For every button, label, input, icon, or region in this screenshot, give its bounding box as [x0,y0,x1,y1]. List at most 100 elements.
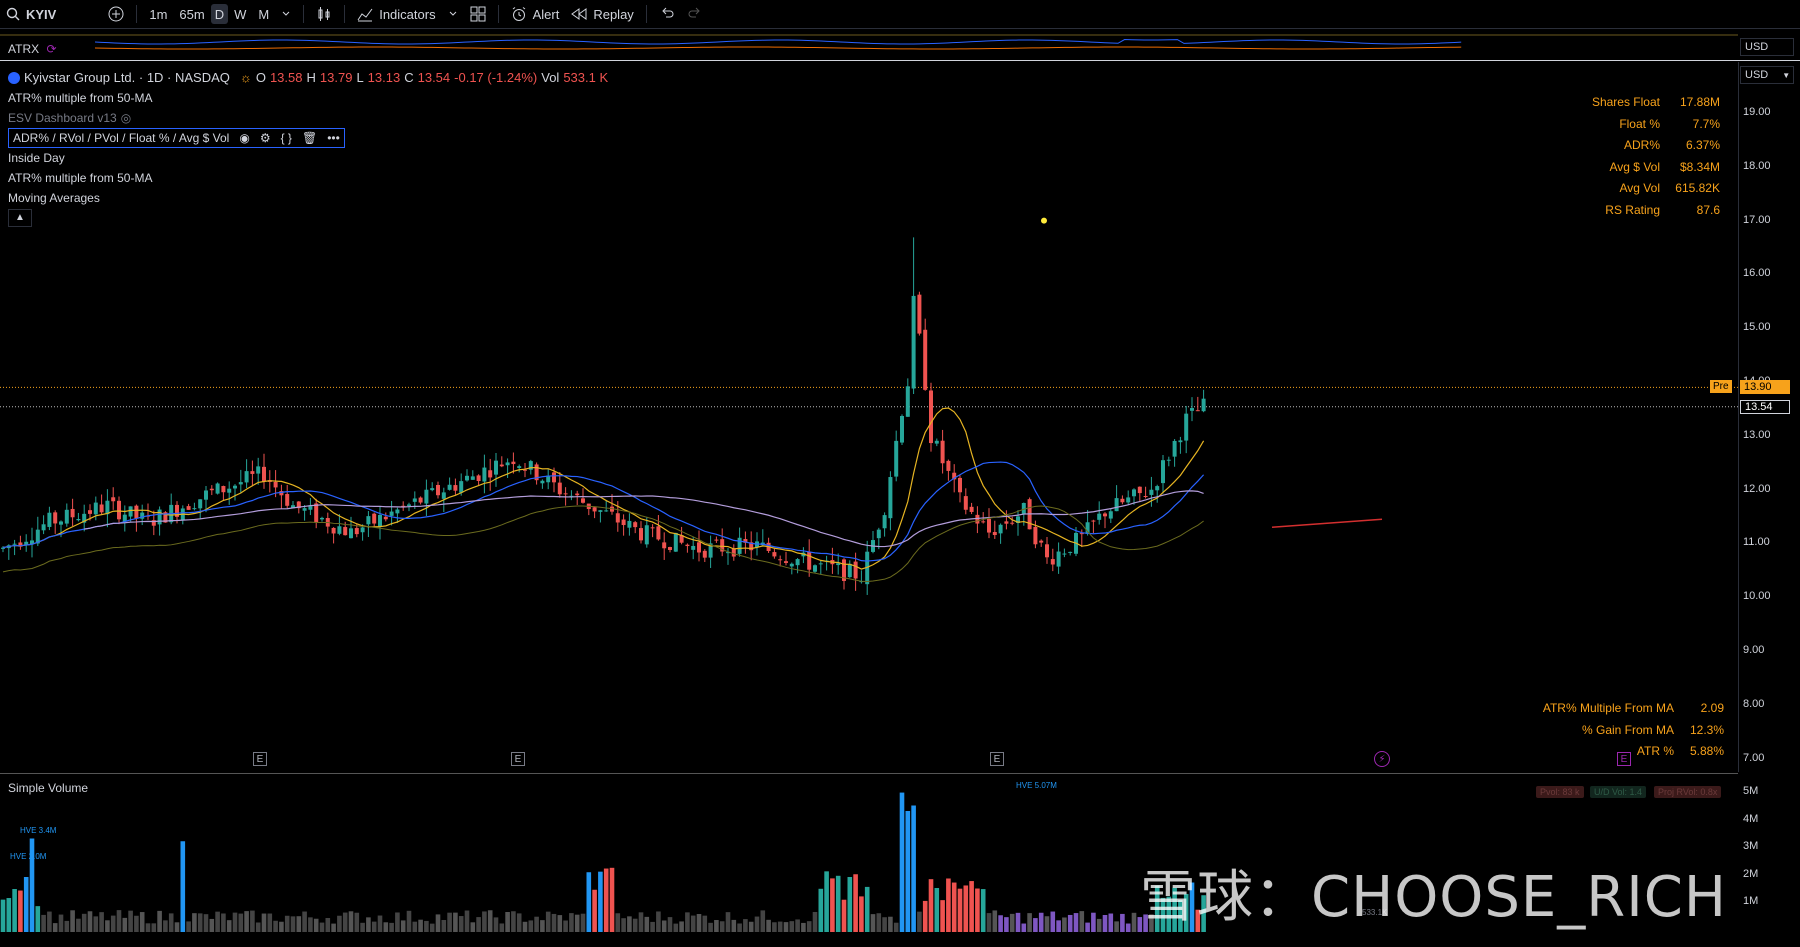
candle-body [198,499,203,509]
candle-body [244,471,249,483]
interval-w[interactable]: W [228,0,252,28]
replay-button[interactable]: Replay [565,0,639,28]
undo-button[interactable] [653,0,681,28]
eye-icon[interactable]: ◉ [239,128,249,148]
volume-bar [203,914,209,932]
price-tick-label: 8.00 [1743,697,1765,710]
volume-bar [441,919,447,932]
more-icon[interactable]: ••• [327,128,340,148]
indicator-adr-rvol[interactable]: ADR% / RVol / PVol / Float % / Avg $ Vol… [8,128,608,148]
volume-bar [482,911,487,932]
separator [497,5,499,23]
candle-body [517,466,522,468]
volume-bar [1015,912,1021,932]
candle-body [963,496,968,510]
volume-bar [1056,920,1061,932]
volume-bar [487,910,493,932]
volume-tick-label: 2M [1743,867,1759,880]
candle-body [128,506,133,517]
volume-bar [899,792,905,932]
interval-d[interactable]: D [210,4,229,24]
candle-body [134,505,139,519]
volume-bar [110,915,116,932]
candle-body [1184,413,1189,441]
volume-bar [992,910,998,932]
settings-icon[interactable]: ⟳ [46,42,56,56]
volume-bar [470,922,476,932]
volume-bar [168,913,174,932]
currency-select[interactable]: USD ▼ [1740,66,1794,84]
indicators-button[interactable]: Indicators [351,0,441,28]
indicator-selected-box: ADR% / RVol / PVol / Float % / Avg $ Vol… [8,128,345,148]
candle-body [204,490,208,500]
indicator-esv-dashboard[interactable]: ESV Dashboard v13 ◎ [8,108,608,128]
volume-bar [325,917,331,932]
candle-body [238,482,243,485]
source-code-icon[interactable]: { } [281,128,292,148]
indicators-dropdown[interactable] [442,0,464,28]
proj-rvol-badge: Proj RVol: 0.8x [1654,786,1722,798]
price-tick-label: 12.00 [1743,482,1771,495]
candle-body [975,514,980,524]
earnings-marker[interactable]: E [253,752,267,766]
price-tick-label: 9.00 [1743,644,1765,656]
volume-bar [702,915,708,932]
alert-button[interactable]: Alert [505,0,566,28]
candle-body [308,506,313,510]
indicator-moving-averages[interactable]: Moving Averages [8,188,608,208]
volume-bar [99,912,104,932]
volume-bar [882,917,887,932]
top-toolbar: KYIV 1m 65m D W M Indicators Alert Repla… [0,0,1800,29]
indicator-atr-multiple-2[interactable]: ATR% multiple from 50-MA [8,168,608,188]
stat-value: 2.09 [1700,701,1724,715]
lightning-icon[interactable]: ⚡ [1374,751,1390,767]
candle-body [285,494,290,506]
volume-bar [870,914,876,932]
chart-type-button[interactable] [310,0,338,28]
earnings-marker[interactable]: E [511,752,525,766]
trash-icon[interactable]: 🗑 [302,128,317,148]
redo-button[interactable] [681,0,709,28]
candle-body [1045,544,1049,558]
interval-m[interactable]: M [252,0,275,28]
volume-bar [685,912,690,932]
interval-dropdown[interactable] [275,0,297,28]
symbol-search[interactable]: KYIV [0,0,62,28]
high-label: H [306,70,316,85]
eye-off-icon[interactable]: ◎ [121,108,131,128]
candle-body [88,510,92,514]
volume-bar [621,918,626,932]
indicator-atr-multiple[interactable]: ATR% multiple from 50-MA [8,88,608,108]
candle-body [940,440,945,464]
volume-bar [226,920,232,932]
volume-bar [963,885,969,932]
templates-button[interactable] [464,0,492,28]
volume-bar [1004,917,1009,932]
interval-1m[interactable]: 1m [143,0,173,28]
volume-bar [18,890,23,932]
volume-bar [534,916,539,932]
stat-label: Shares Float [1591,95,1660,109]
earnings-marker-upcoming[interactable]: E [1617,752,1631,766]
atrx-signal-line [94,46,1462,50]
volume-bar [464,910,470,932]
candle-body [575,493,580,496]
interval-65m[interactable]: 65m [173,0,210,28]
volume-bar [354,912,360,932]
candle-body [1056,551,1061,567]
gear-icon[interactable]: ⚙ [260,128,271,148]
volume-bar [986,913,992,932]
candle-body [853,561,858,579]
earnings-marker[interactable]: E [990,752,1004,766]
low-label: L [356,70,364,85]
volume-bar [754,916,760,932]
atrx-title: ATRX [8,42,40,56]
volume-bar [412,921,418,932]
candle-body [673,532,678,552]
vol-value: 533.1 K [563,70,609,85]
collapse-legend-button[interactable]: ▲ [8,208,608,228]
price-tick-label: 16.00 [1743,267,1771,280]
compare-add-button[interactable] [102,0,130,28]
indicator-inside-day[interactable]: Inside Day [8,148,608,168]
volume-bar [371,921,377,932]
